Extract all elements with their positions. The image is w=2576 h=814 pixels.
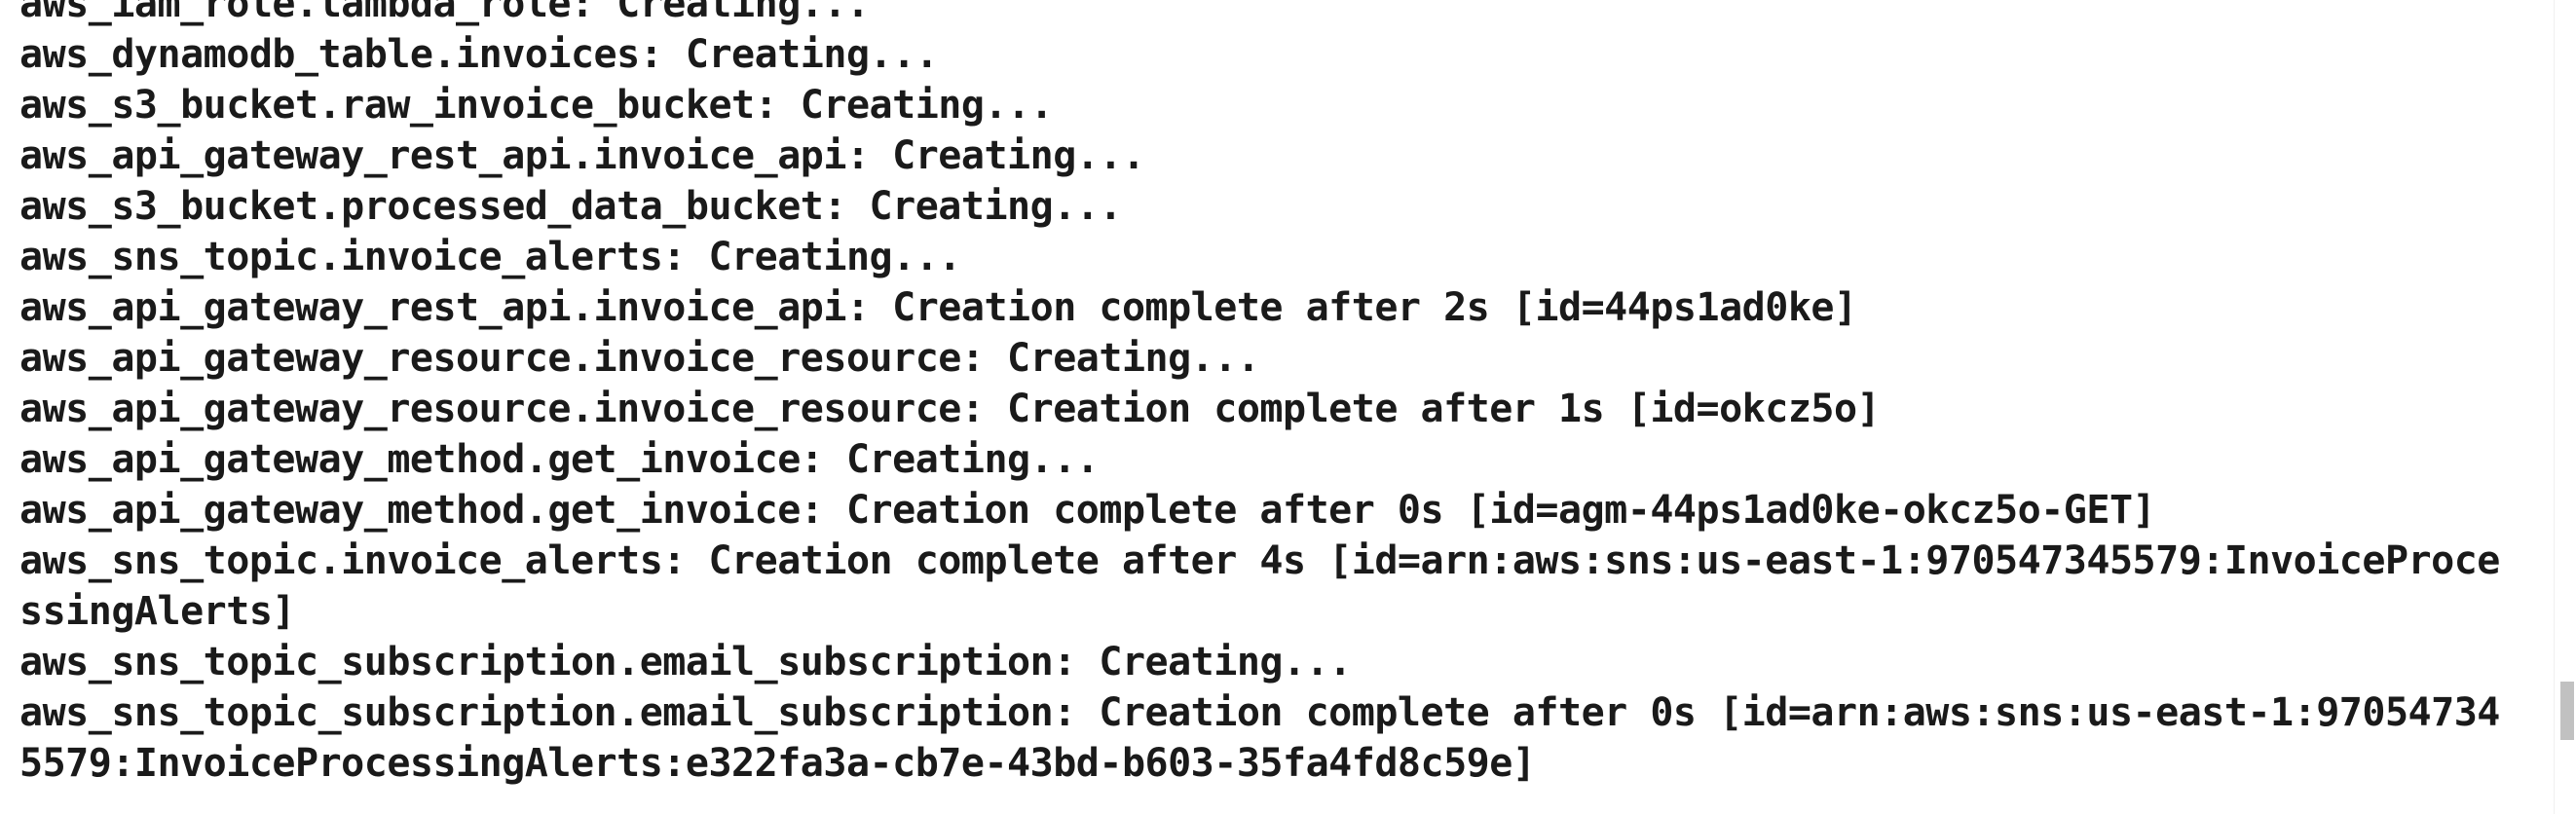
log-line: aws_dynamodb_table.invoices: Creating... <box>19 32 939 77</box>
log-line: aws_s3_bucket.processed_data_bucket: Cre… <box>19 184 1122 229</box>
log-line-wrapped: 5579:InvoiceProcessingAlerts:e322fa3a-cb… <box>19 741 1536 786</box>
vertical-scrollbar[interactable] <box>2554 0 2576 814</box>
log-line: aws_api_gateway_resource.invoice_resourc… <box>19 387 1881 431</box>
scrollbar-thumb[interactable] <box>2560 682 2574 740</box>
log-line: aws_s3_bucket.raw_invoice_bucket: Creati… <box>19 83 1054 128</box>
terminal-output-pane[interactable]: aws_iam_role.lambda_role: Creating... aw… <box>0 0 2576 814</box>
log-line: aws_api_gateway_method.get_invoice: Crea… <box>19 437 1100 482</box>
log-line: aws_api_gateway_rest_api.invoice_api: Cr… <box>19 285 1857 330</box>
log-line: aws_sns_topic.invoice_alerts: Creation c… <box>19 538 2500 583</box>
log-line: aws_iam_role.lambda_role: Creating... <box>19 0 870 26</box>
terminal-log: aws_iam_role.lambda_role: Creating... aw… <box>19 0 2542 789</box>
log-line: aws_sns_topic_subscription.email_subscri… <box>19 690 2500 735</box>
log-line: aws_api_gateway_resource.invoice_resourc… <box>19 336 1260 381</box>
log-line: aws_api_gateway_rest_api.invoice_api: Cr… <box>19 133 1145 178</box>
log-line: aws_api_gateway_method.get_invoice: Crea… <box>19 488 2156 533</box>
log-line-wrapped: ssingAlerts] <box>19 589 295 634</box>
log-line: aws_sns_topic.invoice_alerts: Creating..… <box>19 235 961 279</box>
log-line: aws_sns_topic_subscription.email_subscri… <box>19 640 1352 684</box>
